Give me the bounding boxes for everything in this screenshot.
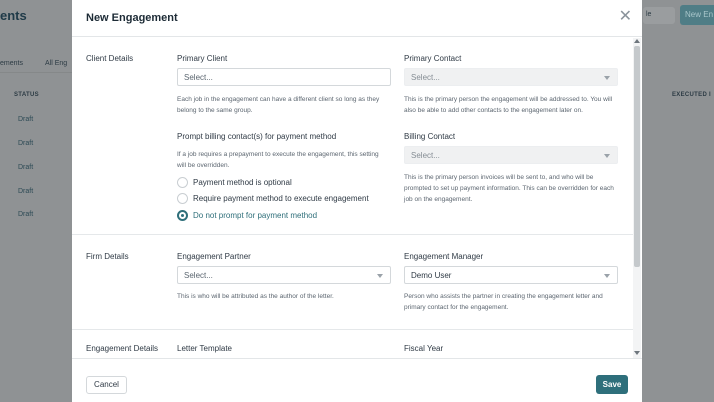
background-draft-row: Draft — [18, 164, 34, 171]
primary-contact-label: Primary Contact — [404, 54, 462, 63]
section-client-details: Client Details — [86, 54, 134, 63]
modal-title: New Engagement — [86, 12, 178, 24]
primary-contact-select[interactable]: Select... — [404, 68, 618, 86]
chevron-down-icon — [604, 154, 610, 158]
radio-circle-checked[interactable] — [177, 209, 188, 221]
prompt-billing-label: Prompt billing contact(s) for payment me… — [177, 132, 337, 141]
primary-client-select[interactable]: Select... — [177, 68, 391, 86]
engagement-manager-label: Engagement Manager — [404, 252, 484, 261]
background-draft-row: Draft — [18, 116, 34, 123]
section-divider — [72, 329, 633, 330]
background-executed-header: EXECUTED I — [672, 92, 712, 98]
modal-footer: Cancel Save — [72, 358, 642, 402]
modal-body: Client Details Primary Client Select... … — [72, 38, 642, 358]
engagement-manager-help: Person who assists the partner in creati… — [404, 293, 603, 311]
radio-label: Do not prompt for payment method — [193, 210, 318, 220]
background-draft-row: Draft — [18, 140, 34, 147]
section-divider — [72, 234, 633, 235]
engagement-partner-label: Engagement Partner — [177, 252, 251, 261]
radio-do-not-prompt[interactable]: Do not prompt for payment method — [177, 209, 317, 221]
modal-header: New Engagement ✕ — [72, 0, 642, 37]
scrollbar-thumb[interactable] — [634, 46, 640, 267]
background-left-panel: ents ements All Eng STATUS Draft Draft D… — [0, 0, 72, 402]
radio-label: Require payment method to execute engage… — [193, 193, 369, 203]
radio-payment-optional[interactable]: Payment method is optional — [177, 176, 292, 188]
background-draft-row: Draft — [18, 211, 34, 218]
background-tab-engagements: ements — [0, 60, 23, 67]
cancel-button[interactable]: Cancel — [86, 376, 127, 394]
chevron-down-icon — [604, 76, 610, 80]
background-page-title: ents — [0, 8, 27, 23]
radio-label: Payment method is optional — [193, 177, 292, 187]
fiscal-year-label: Fiscal Year — [404, 344, 444, 353]
engagement-manager-value: Demo User — [411, 271, 452, 280]
primary-client-help: Each job in the engagement can have a di… — [177, 96, 380, 114]
billing-contact-label: Billing Contact — [404, 132, 456, 141]
background-status-header: STATUS — [14, 92, 39, 98]
engagement-partner-placeholder: Select... — [184, 271, 213, 280]
prompt-billing-help: If a job requires a prepayment to execut… — [177, 151, 379, 169]
background-filter-button: le — [643, 7, 675, 24]
radio-circle[interactable] — [177, 176, 188, 188]
modal-scrollbar[interactable] — [633, 38, 641, 358]
chevron-down-icon — [604, 274, 610, 278]
background-draft-row: Draft — [18, 188, 34, 195]
new-engagement-modal: New Engagement ✕ Client Details Primary … — [72, 0, 642, 402]
engagement-partner-select[interactable]: Select... — [177, 266, 391, 284]
billing-contact-placeholder: Select... — [411, 151, 440, 160]
billing-contact-help: This is the primary person invoices will… — [404, 174, 614, 203]
background-tab-all: All Eng — [45, 60, 68, 67]
scroll-up-arrow-icon[interactable] — [634, 39, 640, 43]
letter-template-label: Letter Template — [177, 344, 232, 353]
radio-require-payment[interactable]: Require payment method to execute engage… — [177, 192, 369, 204]
background-divider — [0, 72, 72, 73]
scroll-down-arrow-icon[interactable] — [634, 351, 640, 355]
save-button[interactable]: Save — [596, 375, 628, 394]
close-icon[interactable]: ✕ — [619, 9, 632, 25]
chevron-down-icon — [377, 274, 383, 278]
radio-circle[interactable] — [177, 192, 188, 204]
primary-client-placeholder: Select... — [184, 73, 213, 82]
billing-contact-select[interactable]: Select... — [404, 146, 618, 164]
primary-contact-placeholder: Select... — [411, 73, 440, 82]
section-engagement-details: Engagement Details — [86, 344, 159, 353]
primary-contact-help: This is the primary person the engagemen… — [404, 96, 613, 114]
section-firm-details: Firm Details — [86, 252, 129, 261]
primary-client-label: Primary Client — [177, 54, 228, 63]
engagement-manager-select[interactable]: Demo User — [404, 266, 618, 284]
engagement-partner-help: This is who will be attributed as the au… — [177, 293, 334, 300]
background-new-engagement-button: New En — [680, 5, 714, 25]
